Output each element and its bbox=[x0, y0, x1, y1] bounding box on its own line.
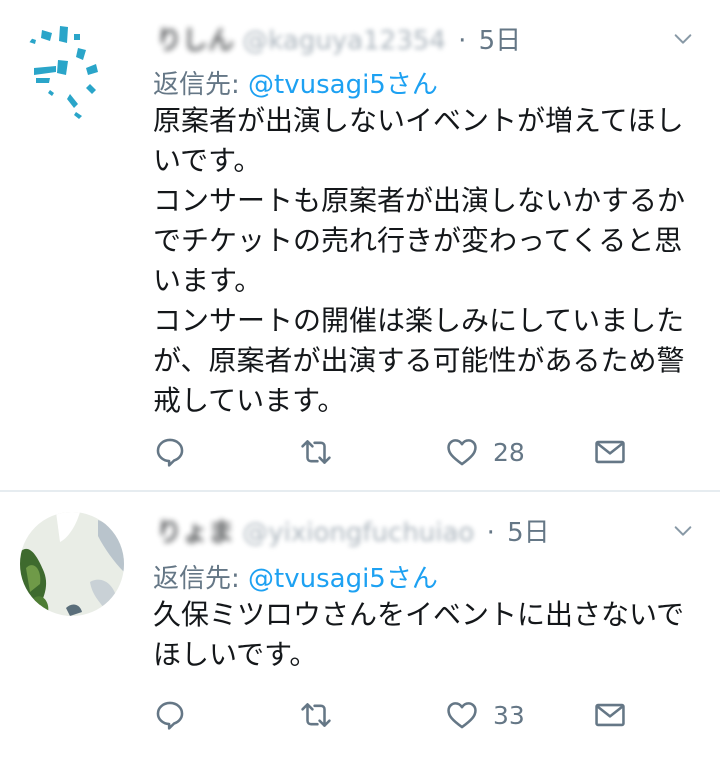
reply-button[interactable] bbox=[153, 432, 187, 472]
reply-button[interactable] bbox=[153, 695, 187, 735]
tweet-actions: 33 bbox=[153, 695, 653, 735]
display-name[interactable]: りしん bbox=[156, 20, 234, 57]
reply-mention-link[interactable]: @tvusagi5さん bbox=[248, 70, 438, 100]
tweet-text: 久保ミツロウさんをイベントに出さないでほしいです。 bbox=[153, 598, 685, 671]
direct-message-button[interactable] bbox=[593, 695, 627, 735]
reply-label: 返信先: bbox=[153, 564, 249, 594]
separator-dot: · bbox=[486, 518, 495, 548]
retweet-icon bbox=[301, 440, 331, 464]
like-button[interactable]: 28 bbox=[445, 432, 525, 472]
chevron-down-icon[interactable] bbox=[672, 28, 694, 50]
avatar-image bbox=[20, 512, 124, 616]
timestamp[interactable]: 5日 bbox=[507, 518, 550, 548]
retweet-button[interactable] bbox=[299, 695, 333, 735]
user-handle[interactable]: @kaguya12354 bbox=[242, 26, 446, 56]
display-name[interactable]: りょま bbox=[156, 512, 234, 549]
avatar-image bbox=[20, 20, 124, 124]
heart-icon bbox=[447, 439, 477, 466]
avatar[interactable] bbox=[20, 20, 124, 124]
direct-message-button[interactable] bbox=[593, 432, 627, 472]
like-button[interactable]: 33 bbox=[445, 695, 525, 735]
timestamp[interactable]: 5日 bbox=[479, 26, 522, 56]
separator-dot: · bbox=[458, 26, 467, 56]
tweet-header: りょま @yixiongfuchuiao · 5日 bbox=[156, 512, 550, 549]
reply-mention-link[interactable]: @tvusagi5さん bbox=[248, 564, 438, 594]
reply-label: 返信先: bbox=[153, 70, 249, 100]
like-count: 28 bbox=[493, 437, 525, 467]
heart-icon bbox=[447, 702, 477, 729]
chevron-down-icon[interactable] bbox=[672, 520, 694, 542]
tweet[interactable]: りょま @yixiongfuchuiao · 5日 返信先: @tvusagi5… bbox=[0, 492, 720, 763]
dm-icon bbox=[595, 703, 625, 727]
dm-icon bbox=[595, 440, 625, 464]
tweet-text: 原案者が出演しないイベントが増えてほしいです。 コンサートも原案者が出演しないか… bbox=[153, 104, 686, 417]
reply-icon bbox=[156, 438, 184, 467]
like-count: 33 bbox=[493, 700, 525, 730]
user-handle[interactable]: @yixiongfuchuiao bbox=[242, 518, 474, 548]
tweet-actions: 28 bbox=[153, 432, 653, 472]
retweet-icon bbox=[301, 703, 331, 727]
reply-icon bbox=[156, 701, 184, 730]
tweet[interactable]: りしん @kaguya12354 · 5日 返信先: @tvusagi5さん 原… bbox=[0, 0, 720, 490]
avatar[interactable] bbox=[20, 512, 124, 616]
retweet-button[interactable] bbox=[299, 432, 333, 472]
reply-context: 返信先: @tvusagi5さん bbox=[153, 558, 438, 595]
reply-context: 返信先: @tvusagi5さん bbox=[153, 64, 438, 101]
tweet-header: りしん @kaguya12354 · 5日 bbox=[156, 20, 521, 57]
